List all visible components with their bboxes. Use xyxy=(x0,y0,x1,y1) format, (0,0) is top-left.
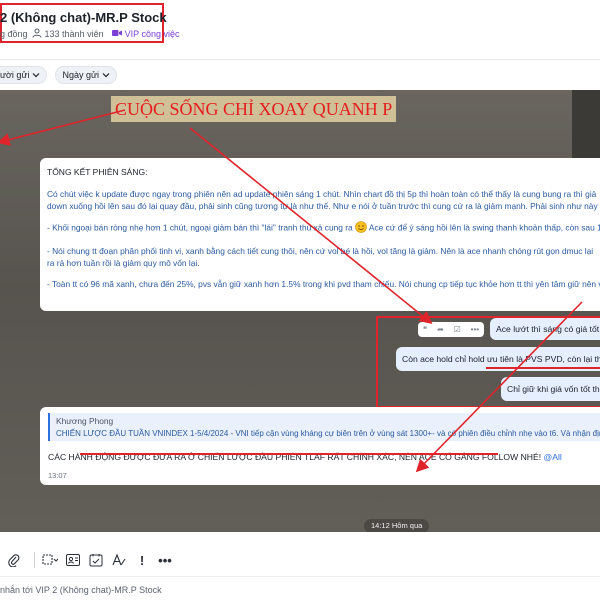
red-underline xyxy=(80,453,498,455)
quote-author: Khương Phong xyxy=(56,416,114,426)
quote-text: CHIẾN LƯỢC ĐẦU TUẦN VNINDEX 1-5/4/2024 -… xyxy=(56,429,600,438)
background-detail xyxy=(572,90,600,160)
summary-line: - Nói chung tt đoạn phân phối tinh vi, x… xyxy=(47,246,594,256)
filter-bar: ười gửi Ngày gửi xyxy=(0,66,118,86)
user-icon xyxy=(32,28,42,40)
more-options-icon[interactable]: ••• xyxy=(151,546,179,574)
group-title[interactable]: 2 (Không chat)-MR.P Stock xyxy=(0,10,167,25)
chevron-down-icon xyxy=(102,70,110,80)
message-time: 13:07 xyxy=(48,471,67,480)
filter-date-label: Ngày gửi xyxy=(62,70,100,80)
message-input[interactable]: nhắn tới VIP 2 (Không chat)-MR.P Stock xyxy=(0,580,600,600)
chat-header: 2 (Không chat)-MR.P Stock g đồng 133 thà… xyxy=(0,0,600,60)
quoted-message[interactable]: Khương Phong CHIẾN LƯỢC ĐẦU TUẦN VNINDEX… xyxy=(48,413,600,441)
bubble-highlight-frame xyxy=(376,316,600,408)
summary-paragraph: - Nói chung tt đoạn phân phối tinh vi, x… xyxy=(47,245,600,269)
summary-heading: TỔNG KẾT PHIÊN SÁNG: xyxy=(47,167,148,177)
date-divider: 14:12 Hôm qua xyxy=(364,519,430,532)
summary-line: Có chút việc k update được ngay trong ph… xyxy=(47,189,597,199)
filter-date[interactable]: Ngày gửi xyxy=(55,66,118,84)
summary-line: - Khối ngoại bán ròng nhẹ hơn 1 chút, ng… xyxy=(47,222,353,233)
summary-line: down xuống hồi lên sau đó lại quay đầu, … xyxy=(47,201,600,211)
group-meta: g đồng 133 thành viên VIP công việc xyxy=(0,28,179,40)
community-label[interactable]: g đồng xyxy=(0,29,28,39)
filter-sender-label: ười gửi xyxy=(0,70,30,80)
vip-tag[interactable]: VIP công việc xyxy=(125,29,180,39)
video-icon xyxy=(111,29,122,39)
summary-line: Ace cứ để ý sáng hồi lên là swing thanh … xyxy=(368,222,600,233)
filter-sender[interactable]: ười gửi xyxy=(0,66,48,84)
chat-area[interactable]: CUỘC SỐNG CHỈ XOAY QUANH P TỔNG KẾT PHIÊ… xyxy=(0,90,600,532)
summary-line: ra rả hơn tuần rồi là giảm quy mô vốn lạ… xyxy=(47,258,200,268)
summary-message[interactable]: TỔNG KẾT PHIÊN SÁNG: Có chút việc k upda… xyxy=(40,158,600,311)
composer-toolbar: ! ••• xyxy=(0,545,600,575)
wink-emoji-icon xyxy=(355,221,367,236)
toolbar-divider xyxy=(34,552,35,568)
mention-all[interactable]: @All xyxy=(544,452,562,462)
summary-paragraph: Có chút việc k update được ngay trong ph… xyxy=(47,188,600,212)
summary-line: - Toàn tt có 96 mã xanh, chưa đến 25%, p… xyxy=(47,279,600,289)
banner-text: CUỘC SỐNG CHỈ XOAY QUANH P xyxy=(111,96,397,122)
summary-paragraph: - Toàn tt có 96 mã xanh, chưa đến 25%, p… xyxy=(47,278,600,290)
member-count[interactable]: 133 thành viên xyxy=(45,29,104,39)
reply-message[interactable]: Khương Phong CHIẾN LƯỢC ĐẦU TUẦN VNINDEX… xyxy=(40,407,600,485)
chevron-down-icon xyxy=(32,70,40,80)
summary-paragraph: - Khối ngoại bán ròng nhẹ hơn 1 chút, ng… xyxy=(47,221,600,236)
composer-divider xyxy=(0,576,600,577)
header-divider xyxy=(0,59,600,60)
attach-icon[interactable] xyxy=(0,546,28,574)
